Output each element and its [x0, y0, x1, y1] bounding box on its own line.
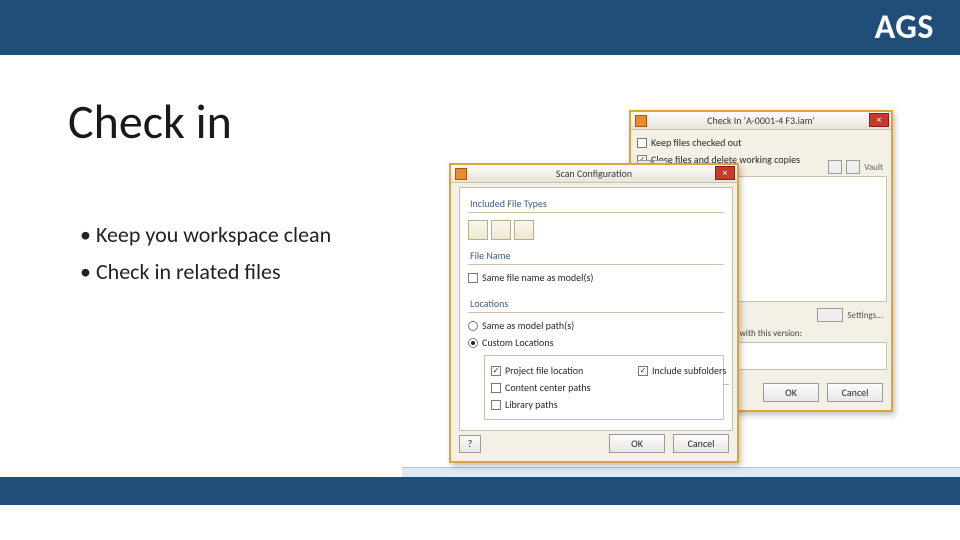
close-icon[interactable]: ×	[715, 166, 735, 180]
custom-locations-radio[interactable]: Custom Locations	[468, 336, 554, 349]
cancel-button[interactable]: Cancel	[827, 383, 883, 402]
locations-section-label: Locations	[468, 294, 724, 313]
app-icon	[455, 168, 467, 180]
library-paths-checkbox[interactable]: Library paths	[491, 398, 558, 411]
checkin-mid-toolbar: Settings...	[817, 308, 883, 322]
vault-label: Vault	[864, 162, 883, 173]
checkbox-icon: ✓	[638, 366, 648, 376]
same-filename-label: Same file name as model(s)	[482, 271, 593, 284]
same-model-path-label: Same as model path(s)	[482, 319, 574, 332]
project-file-checkbox[interactable]: ✓ Project file location	[491, 364, 583, 377]
library-paths-label: Library paths	[505, 398, 558, 411]
help-button[interactable]: ?	[459, 435, 481, 453]
content-center-label: Content center paths	[505, 381, 591, 394]
same-filename-checkbox[interactable]: Same file name as model(s)	[468, 271, 593, 284]
app-icon	[635, 115, 647, 127]
checkbox-icon	[637, 138, 647, 148]
include-subfolders-label: Include subfolders	[652, 364, 726, 377]
slide-title: Check in	[68, 92, 232, 151]
slide-header: AGS	[0, 0, 960, 55]
checkbox-icon: ✓	[491, 366, 501, 376]
filetype-idw-icon[interactable]	[514, 220, 534, 240]
checkbox-icon	[491, 383, 501, 393]
refresh-icon[interactable]	[828, 160, 842, 174]
checkin-button-row: OK Cancel	[763, 383, 883, 402]
brand-label: AGS	[875, 7, 934, 48]
ok-button[interactable]: OK	[763, 383, 819, 402]
include-subfolders-checkbox[interactable]: ✓ Include subfolders	[638, 364, 726, 377]
content-center-checkbox[interactable]: Content center paths	[491, 381, 591, 394]
bullet-item: Check in related files	[80, 255, 331, 288]
vault-icon[interactable]	[846, 160, 860, 174]
filter-dropdown[interactable]	[817, 308, 843, 322]
ok-button[interactable]: OK	[609, 434, 665, 453]
scan-footer-row: ? OK Cancel	[459, 434, 729, 453]
project-file-label: Project file location	[505, 364, 583, 377]
keep-checked-out-label: Keep files checked out	[651, 136, 742, 149]
cancel-button[interactable]: Cancel	[673, 434, 729, 453]
filetype-icon-row	[468, 217, 724, 246]
scan-config-dialog: Scan Configuration × Included File Types…	[449, 163, 739, 463]
checkbox-icon	[468, 273, 478, 283]
custom-locations-label: Custom Locations	[482, 336, 554, 349]
footer-accent-dark	[0, 477, 960, 505]
radio-icon	[468, 321, 478, 331]
same-model-path-radio[interactable]: Same as model path(s)	[468, 319, 574, 332]
close-icon[interactable]: ×	[869, 113, 889, 127]
filetypes-section-label: Included File Types	[468, 194, 724, 213]
connector-line	[723, 384, 729, 385]
bullet-item: Keep you workspace clean	[80, 218, 331, 251]
checkbox-icon	[491, 400, 501, 410]
settings-link[interactable]: Settings...	[847, 310, 883, 321]
scan-titlebar[interactable]: Scan Configuration ×	[451, 165, 737, 183]
slide-footer	[0, 467, 960, 512]
checkin-vault-toolbar: Vault	[828, 160, 883, 174]
scan-title: Scan Configuration	[451, 167, 737, 180]
checkin-titlebar[interactable]: Check In 'A-0001-4 F3.iam' ×	[631, 112, 891, 130]
filetype-ipt-icon[interactable]	[468, 220, 488, 240]
radio-icon	[468, 338, 478, 348]
filetype-iam-icon[interactable]	[491, 220, 511, 240]
checkin-title: Check In 'A-0001-4 F3.iam'	[631, 114, 891, 127]
keep-checked-out-checkbox[interactable]: Keep files checked out	[637, 136, 742, 149]
filename-section-label: File Name	[468, 246, 724, 265]
bullet-list: Keep you workspace clean Check in relate…	[80, 218, 331, 292]
